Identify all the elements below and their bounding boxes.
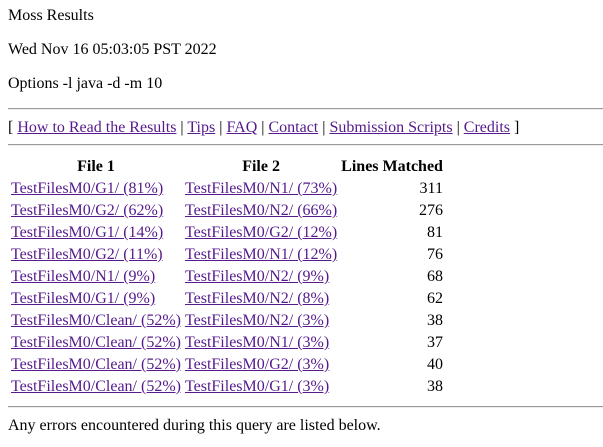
file1-cell: TestFilesM0/G2/ (11%) [10,244,182,266]
table-row: TestFilesM0/G1/ (9%) TestFilesM0/N2/ (8%… [10,288,444,310]
errors-note: Any errors encountered during this query… [8,417,381,434]
file2-link[interactable]: TestFilesM0/N2/ (9%) [185,268,329,285]
file1-link[interactable]: TestFilesM0/G1/ (14%) [11,224,163,241]
column-header-file1: File 1 [77,158,115,175]
file2-link[interactable]: TestFilesM0/G1/ (3%) [185,378,329,395]
table-row: TestFilesM0/G1/ (81%) TestFilesM0/N1/ (7… [10,178,444,200]
link-credits[interactable]: Credits [464,119,510,136]
lines-matched-cell: 276 [418,202,443,219]
divider-top [8,108,603,110]
file2-cell: TestFilesM0/N2/ (9%) [184,266,338,288]
lines-matched-cell: 311 [419,180,443,197]
report-date: Wed Nov 16 05:03:05 PST 2022 [8,41,217,58]
file2-cell: TestFilesM0/N2/ (66%) [184,200,338,222]
lines-matched-cell: 62 [426,290,443,307]
table-row: TestFilesM0/N1/ (9%) TestFilesM0/N2/ (9%… [10,266,444,288]
results-table: File 1 File 2 Lines Matched TestFilesM0/… [8,156,446,398]
file2-link[interactable]: TestFilesM0/N2/ (66%) [185,202,337,219]
file2-cell: TestFilesM0/G1/ (3%) [184,376,338,398]
file1-link[interactable]: TestFilesM0/G2/ (11%) [11,246,163,263]
table-row: TestFilesM0/G2/ (11%) TestFilesM0/N1/ (1… [10,244,444,266]
file1-cell: TestFilesM0/N1/ (9%) [10,266,182,288]
nav-separator: | [456,119,460,136]
table-row: TestFilesM0/G2/ (62%) TestFilesM0/N2/ (6… [10,200,444,222]
nav-open-bracket: [ [8,119,14,136]
file1-cell: TestFilesM0/Clean/ (52%) [10,376,182,398]
nav-links-bar: [ How to Read the Results | Tips | FAQ |… [8,119,519,137]
file1-link[interactable]: TestFilesM0/Clean/ (52%) [11,334,181,351]
nav-close-bracket: ] [514,119,520,136]
nav-separator: | [261,119,265,136]
file2-cell: TestFilesM0/N2/ (8%) [184,288,338,310]
file1-link[interactable]: TestFilesM0/N1/ (9%) [11,268,155,285]
lines-matched-cell: 38 [426,312,443,329]
file2-cell: TestFilesM0/N1/ (3%) [184,332,338,354]
file2-link[interactable]: TestFilesM0/N1/ (73%) [185,180,337,197]
table-row: TestFilesM0/Clean/ (52%) TestFilesM0/G1/… [10,376,444,398]
table-row: TestFilesM0/Clean/ (52%) TestFilesM0/G2/… [10,354,444,376]
file2-cell: TestFilesM0/N1/ (12%) [184,244,338,266]
file1-cell: TestFilesM0/Clean/ (52%) [10,332,182,354]
column-header-file2: File 2 [242,158,280,175]
table-row: TestFilesM0/Clean/ (52%) TestFilesM0/N1/… [10,332,444,354]
file1-link[interactable]: TestFilesM0/G2/ (62%) [11,202,163,219]
nav-separator: | [180,119,184,136]
file1-cell: TestFilesM0/Clean/ (52%) [10,354,182,376]
file1-cell: TestFilesM0/G1/ (81%) [10,178,182,200]
file1-link[interactable]: TestFilesM0/Clean/ (52%) [11,312,181,329]
file1-cell: TestFilesM0/G1/ (9%) [10,288,182,310]
link-faq[interactable]: FAQ [226,119,257,136]
file2-cell: TestFilesM0/N1/ (73%) [184,178,338,200]
link-contact[interactable]: Contact [268,119,318,136]
table-row: TestFilesM0/Clean/ (52%) TestFilesM0/N2/… [10,310,444,332]
column-header-lines-matched: Lines Matched [341,158,443,175]
divider-middle [8,144,603,146]
lines-matched-cell: 37 [426,334,443,351]
nav-separator: | [322,119,326,136]
file1-link[interactable]: TestFilesM0/Clean/ (52%) [11,378,181,395]
table-header-row: File 1 File 2 Lines Matched [10,156,444,178]
file1-link[interactable]: TestFilesM0/G1/ (81%) [11,180,163,197]
file1-link[interactable]: TestFilesM0/G1/ (9%) [11,290,155,307]
lines-matched-cell: 76 [426,246,443,263]
link-tips[interactable]: Tips [187,119,215,136]
divider-bottom [8,406,603,408]
file2-link[interactable]: TestFilesM0/G2/ (12%) [185,224,337,241]
file2-link[interactable]: TestFilesM0/N2/ (8%) [185,290,329,307]
lines-matched-cell: 68 [426,268,443,285]
file2-cell: TestFilesM0/G2/ (12%) [184,222,338,244]
report-options: Options -l java -d -m 10 [8,75,163,92]
link-submission-scripts[interactable]: Submission Scripts [329,119,452,136]
file2-cell: TestFilesM0/G2/ (3%) [184,354,338,376]
lines-matched-cell: 40 [426,356,443,373]
file2-link[interactable]: TestFilesM0/G2/ (3%) [185,356,329,373]
file2-link[interactable]: TestFilesM0/N2/ (3%) [185,312,329,329]
file1-cell: TestFilesM0/G2/ (62%) [10,200,182,222]
page-title: Moss Results [8,7,94,24]
file2-link[interactable]: TestFilesM0/N1/ (3%) [185,334,329,351]
file2-link[interactable]: TestFilesM0/N1/ (12%) [185,246,337,263]
nav-separator: | [219,119,223,136]
file1-cell: TestFilesM0/G1/ (14%) [10,222,182,244]
lines-matched-cell: 81 [426,224,443,241]
file2-cell: TestFilesM0/N2/ (3%) [184,310,338,332]
table-row: TestFilesM0/G1/ (14%) TestFilesM0/G2/ (1… [10,222,444,244]
lines-matched-cell: 38 [426,378,443,395]
file1-cell: TestFilesM0/Clean/ (52%) [10,310,182,332]
link-how-to-read-results[interactable]: How to Read the Results [17,119,176,136]
file1-link[interactable]: TestFilesM0/Clean/ (52%) [11,356,181,373]
